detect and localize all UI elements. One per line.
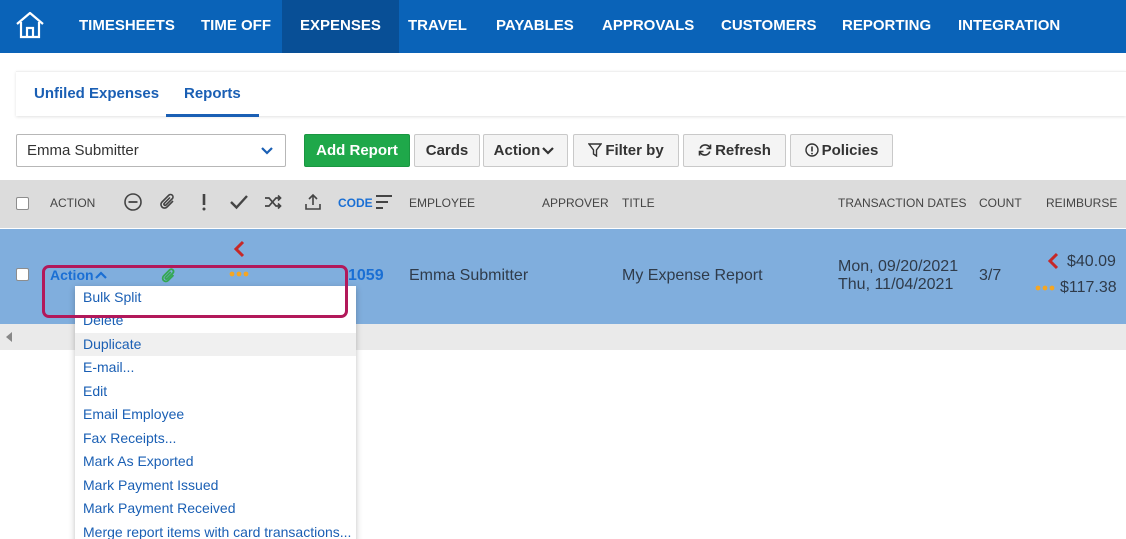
paperclip-icon[interactable]	[158, 192, 178, 212]
menu-item-merge-card-transactions[interactable]: Merge report items with card transaction…	[75, 521, 356, 539]
nav-customers[interactable]: CUSTOMERS	[703, 0, 835, 53]
row-date-start: Mon, 09/20/2021	[838, 258, 959, 275]
employee-select-value: Emma Submitter	[27, 142, 139, 159]
menu-item-mark-payment-received[interactable]: Mark Payment Received	[75, 497, 356, 520]
chevron-left-icon	[233, 240, 245, 258]
upload-icon[interactable]	[303, 192, 323, 212]
tab-unfiled-expenses[interactable]: Unfiled Expenses	[16, 72, 177, 117]
header-reimburse[interactable]: REIMBURSE	[1046, 180, 1117, 227]
menu-item-mark-as-exported[interactable]: Mark As Exported	[75, 450, 356, 473]
header-action: ACTION	[50, 196, 96, 210]
action-button-label: Action	[493, 142, 541, 159]
policies-button[interactable]: Policies	[790, 134, 893, 167]
menu-item-email[interactable]: E-mail...	[75, 356, 356, 379]
sub-tabs: Unfiled Expenses Reports	[16, 71, 1126, 117]
refresh-icon	[698, 144, 712, 156]
refresh-button[interactable]: Refresh	[683, 134, 786, 167]
filter-by-button[interactable]: Filter by	[573, 134, 679, 167]
nav-travel[interactable]: TRAVEL	[390, 0, 485, 53]
highlight-annotation	[42, 265, 348, 318]
nav-integration[interactable]: INTEGRATION	[940, 0, 1078, 53]
nav-expenses[interactable]: EXPENSES	[282, 0, 399, 53]
menu-item-edit[interactable]: Edit	[75, 380, 356, 403]
header-approver[interactable]: APPROVER	[542, 180, 609, 227]
chevron-left-icon	[1047, 252, 1059, 270]
employee-select[interactable]: Emma Submitter	[16, 134, 286, 167]
tab-reports[interactable]: Reports	[166, 72, 259, 117]
filter-by-label: Filter by	[605, 142, 664, 159]
policies-label: Policies	[821, 142, 879, 159]
header-count[interactable]: COUNT	[979, 180, 1022, 227]
refresh-label: Refresh	[715, 142, 771, 159]
cards-button[interactable]: Cards	[414, 134, 480, 167]
row-checkbox[interactable]	[16, 268, 29, 281]
minus-circle-icon[interactable]	[123, 192, 143, 212]
row-code-link[interactable]: 1059	[348, 267, 384, 285]
row-title: My Expense Report	[622, 267, 763, 284]
nav-approvals[interactable]: APPROVALS	[584, 0, 712, 53]
action-menu: Bulk Split Delete Duplicate E-mail... Ed…	[75, 286, 356, 539]
sort-icon[interactable]	[375, 193, 395, 213]
header-code[interactable]: CODE	[338, 180, 373, 227]
home-icon[interactable]	[14, 9, 46, 41]
menu-item-duplicate[interactable]: Duplicate	[75, 333, 356, 356]
header-title[interactable]: TITLE	[622, 180, 655, 227]
select-all-checkbox[interactable]	[16, 197, 29, 210]
top-nav: TIMESHEETS TIME OFF EXPENSES TRAVEL PAYA…	[0, 0, 1126, 53]
nav-reporting[interactable]: REPORTING	[824, 0, 949, 53]
nav-timesheets[interactable]: TIMESHEETS	[61, 0, 193, 53]
header-transaction-dates[interactable]: TRANSACTION DATES	[838, 180, 966, 227]
nav-time-off[interactable]: TIME OFF	[183, 0, 289, 53]
more-dots-icon[interactable]	[1035, 284, 1057, 292]
action-dropdown-button[interactable]: Action	[483, 134, 568, 167]
nav-payables[interactable]: PAYABLES	[478, 0, 592, 53]
add-report-button[interactable]: Add Report	[304, 134, 410, 167]
info-circle-icon	[804, 143, 819, 157]
menu-item-email-employee[interactable]: Email Employee	[75, 403, 356, 426]
scroll-left-arrow-icon[interactable]	[6, 332, 12, 342]
row-count: 3/7	[979, 267, 1002, 284]
chevron-down-icon	[261, 147, 273, 155]
menu-item-fax-receipts[interactable]: Fax Receipts...	[75, 427, 356, 450]
row-employee: Emma Submitter	[409, 267, 529, 284]
row-reimburse-primary: $40.09	[1067, 253, 1116, 270]
row-reimburse-secondary: $117.38	[1060, 279, 1117, 296]
shuffle-icon[interactable]	[263, 192, 283, 212]
checkmark-icon[interactable]	[229, 192, 249, 212]
exclamation-icon[interactable]	[194, 192, 214, 212]
menu-item-mark-payment-issued[interactable]: Mark Payment Issued	[75, 474, 356, 497]
chevron-down-icon	[542, 147, 555, 155]
header-employee[interactable]: EMPLOYEE	[409, 180, 475, 227]
row-date-end: Thu, 11/04/2021	[838, 276, 954, 293]
filter-icon	[587, 143, 603, 158]
